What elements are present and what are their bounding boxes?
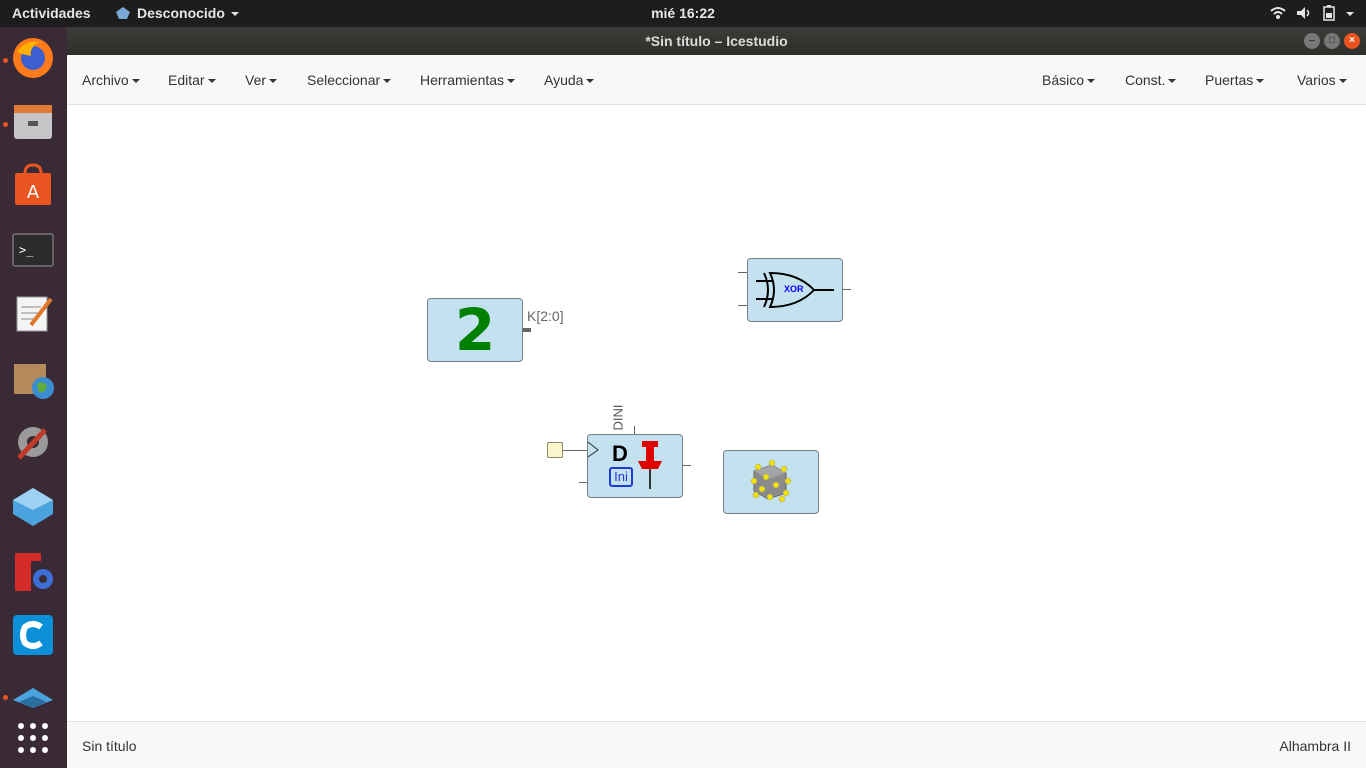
window-titlebar[interactable]: *Sin título – Icestudio – □ × (67, 27, 1366, 55)
menu-ayuda[interactable]: Ayuda (544, 72, 595, 88)
chevron-down-icon (131, 78, 140, 83)
system-tools-icon[interactable] (9, 418, 57, 466)
xor-label: XOR (784, 284, 804, 294)
generic-code-block[interactable] (723, 450, 819, 514)
menu-label: Const. (1125, 72, 1166, 88)
flipflop-graphics (588, 441, 599, 458)
menu-label: Ayuda (544, 72, 584, 88)
constant-port-label: K[2:0] (527, 308, 564, 324)
chevron-down-icon (586, 78, 595, 83)
flipflop-output-wire[interactable] (683, 465, 691, 466)
project-name: Sin título (82, 738, 137, 754)
pushpin-icon (638, 441, 662, 489)
menu-label: Editar (168, 72, 205, 88)
fpga-tool-icon[interactable] (9, 547, 57, 595)
xor-gate-block[interactable]: XOR (747, 258, 843, 322)
gnome-top-bar: Actividades Desconocido mié 16:22 (0, 0, 1366, 27)
volume-icon (1297, 7, 1310, 19)
svg-text:A: A (27, 182, 40, 203)
clock-input-port[interactable] (547, 442, 563, 458)
close-icon[interactable]: × (1344, 33, 1360, 49)
constant-block[interactable]: 2 (427, 298, 523, 362)
xor-input-a-wire[interactable] (738, 272, 747, 273)
menu-puertas[interactable]: Puertas (1205, 72, 1265, 88)
chevron-down-icon (1338, 78, 1347, 83)
files-icon[interactable] (9, 97, 57, 145)
design-canvas[interactable]: 2 K[2:0] XOR DINI D Ini (67, 106, 1366, 721)
chevron-down-icon (269, 78, 278, 83)
svg-text:>_: >_ (19, 243, 34, 257)
menu-label: Ver (245, 72, 267, 88)
dock: A >_ (0, 27, 67, 768)
app-grid-icon[interactable] (9, 714, 57, 762)
dini-label-box: DINI (610, 402, 627, 432)
menu-label: Archivo (82, 72, 129, 88)
menu-editar[interactable]: Editar (168, 72, 216, 88)
menu-label: Básico (1042, 72, 1085, 88)
wifi-icon (1270, 7, 1286, 19)
menu-label: Seleccionar (307, 72, 381, 88)
chevron-down-icon (383, 78, 392, 83)
xor-output-wire[interactable] (843, 289, 851, 290)
window-controls: – □ × (1304, 33, 1360, 49)
system-tray[interactable] (1270, 5, 1354, 21)
menu-bar: Archivo Editar Ver Seleccionar Herramien… (67, 55, 1366, 105)
battery-icon (1323, 5, 1335, 21)
minimize-icon[interactable]: – (1304, 33, 1320, 49)
text-editor-icon[interactable] (9, 289, 57, 337)
status-bar: Sin título Alhambra II (67, 721, 1366, 768)
running-indicator (3, 122, 8, 127)
menu-label: Varios (1297, 72, 1336, 88)
menu-label: Puertas (1205, 72, 1254, 88)
menu-basico[interactable]: Básico (1042, 72, 1096, 88)
clock[interactable]: mié 16:22 (0, 5, 1366, 21)
software-center-icon[interactable]: A (9, 161, 57, 209)
menu-varios[interactable]: Varios (1297, 72, 1347, 88)
dini-label: DINI (610, 404, 626, 431)
menu-archivo[interactable]: Archivo (82, 72, 140, 88)
board-name[interactable]: Alhambra II (1279, 738, 1351, 754)
maximize-icon[interactable]: □ (1324, 33, 1340, 49)
menu-ver[interactable]: Ver (245, 72, 278, 88)
chevron-down-icon (1087, 78, 1096, 83)
menu-seleccionar[interactable]: Seleccionar (307, 72, 392, 88)
archive-manager-icon[interactable] (9, 354, 57, 402)
flipflop-d-letter: D (612, 441, 628, 466)
chevron-down-icon (507, 78, 516, 83)
cube-nodes-icon (750, 459, 792, 503)
constant-value: 2 (454, 296, 496, 364)
chevron-down-icon (1168, 78, 1177, 83)
icestudio-window: *Sin título – Icestudio – □ × Archivo Ed… (67, 27, 1366, 768)
firefox-icon[interactable] (9, 34, 57, 82)
menu-const[interactable]: Const. (1125, 72, 1177, 88)
cura-icon[interactable] (9, 611, 57, 659)
menu-herramientas[interactable]: Herramientas (420, 72, 516, 88)
d-flipflop-block[interactable]: D Ini (587, 434, 683, 498)
menu-label: Herramientas (420, 72, 505, 88)
dini-input-wire[interactable] (634, 426, 635, 434)
window-title: *Sin título – Icestudio (645, 33, 788, 49)
icestudio-icon[interactable] (9, 482, 57, 530)
chevron-down-icon (207, 78, 216, 83)
running-indicator (3, 695, 8, 700)
terminal-icon[interactable]: >_ (9, 226, 57, 274)
ini-badge: Ini (609, 467, 633, 487)
system-menu-icon (1346, 11, 1354, 16)
chevron-down-icon (1256, 78, 1265, 83)
clock-input-wire[interactable] (563, 450, 587, 451)
data-input-wire[interactable] (579, 482, 587, 483)
running-indicator (3, 58, 8, 63)
constant-output-port[interactable] (523, 328, 531, 332)
xor-input-b-wire[interactable] (738, 305, 747, 306)
